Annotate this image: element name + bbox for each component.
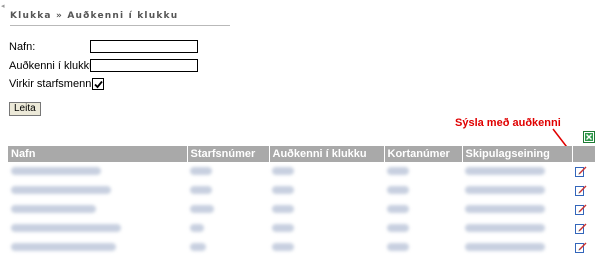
redacted-text [465,186,545,195]
redacted-text [387,243,409,252]
cell-skipulagseining [462,218,572,238]
table-row [8,180,595,200]
redacted-text [11,205,96,214]
cell-nafn [8,237,187,257]
redacted-text [272,243,294,252]
redacted-text [190,167,212,176]
edit-icon[interactable] [575,241,587,254]
cell-kortanumer [384,180,462,200]
cell-action [572,199,595,219]
cell-kortanumer [384,161,462,181]
col-audkenni[interactable]: Auðkenni í klukku [269,146,385,162]
redacted-text [190,186,212,195]
collapse-arrow-icon[interactable]: ◂ [1,2,5,10]
table-row [8,199,595,219]
redacted-text [190,243,206,252]
edit-icon[interactable] [575,222,587,235]
edit-icon[interactable] [575,165,587,178]
virkir-label: Virkir starfsmenn: [9,78,95,90]
cell-kortanumer [384,237,462,257]
cell-starfsnumer [187,199,269,219]
cell-kortanumer [384,218,462,238]
page-title: Klukka » Auðkenni í klukku [10,11,230,26]
col-skipulagseining[interactable]: Skipulagseining [462,146,573,162]
cell-action [572,180,595,200]
col-kortanumer[interactable]: Kortanúmer [384,146,463,162]
cell-nafn [8,180,187,200]
redacted-text [387,186,409,195]
redacted-text [11,243,116,252]
redacted-text [272,224,294,233]
table-header-row: Nafn Starfsnúmer Auðkenni í klukku Korta… [8,146,595,162]
cell-skipulagseining [462,237,572,257]
cell-starfsnumer [187,218,269,238]
cell-skipulagseining [462,180,572,200]
employee-table: Nafn Starfsnúmer Auðkenni í klukku Korta… [8,146,595,257]
redacted-text [387,205,409,214]
nafn-input[interactable] [90,40,198,53]
redacted-text [465,224,545,233]
col-starfsnumer[interactable]: Starfsnúmer [187,146,270,162]
cell-audkenni [269,161,384,181]
excel-export-icon[interactable] [583,131,595,143]
cell-starfsnumer [187,161,269,181]
table-row [8,218,595,238]
redacted-text [190,205,214,214]
cell-skipulagseining [462,199,572,219]
redacted-text [272,167,294,176]
virkir-checkbox[interactable] [92,78,104,90]
cell-starfsnumer [187,180,269,200]
cell-action [572,218,595,238]
redacted-text [387,167,409,176]
col-nafn[interactable]: Nafn [8,146,188,162]
annotation-label: Sýsla með auðkenni [455,117,561,129]
cell-audkenni [269,218,384,238]
edit-icon[interactable] [575,184,587,197]
redacted-text [11,167,101,176]
redacted-text [272,205,294,214]
cell-audkenni [269,199,384,219]
cell-kortanumer [384,199,462,219]
cell-nafn [8,218,187,238]
audkenni-input[interactable] [90,59,198,72]
redacted-text [465,243,545,252]
cell-starfsnumer [187,237,269,257]
cell-action [572,237,595,257]
edit-icon[interactable] [575,203,587,216]
cell-nafn [8,199,187,219]
cell-action [572,161,595,181]
redacted-text [387,224,409,233]
search-button[interactable]: Leita [9,102,41,116]
redacted-text [190,224,204,233]
redacted-text [11,224,121,233]
redacted-text [11,186,111,195]
audkenni-label: Auðkenni í klukku: [9,60,99,72]
redacted-text [465,205,545,214]
col-action [572,146,595,162]
cell-audkenni [269,180,384,200]
cell-nafn [8,161,187,181]
redacted-text [272,186,294,195]
cell-skipulagseining [462,161,572,181]
nafn-label: Nafn: [9,41,36,53]
checkmark-icon [94,80,103,89]
table-row [8,237,595,257]
cell-audkenni [269,237,384,257]
redacted-text [465,167,545,176]
table-row [8,161,595,181]
